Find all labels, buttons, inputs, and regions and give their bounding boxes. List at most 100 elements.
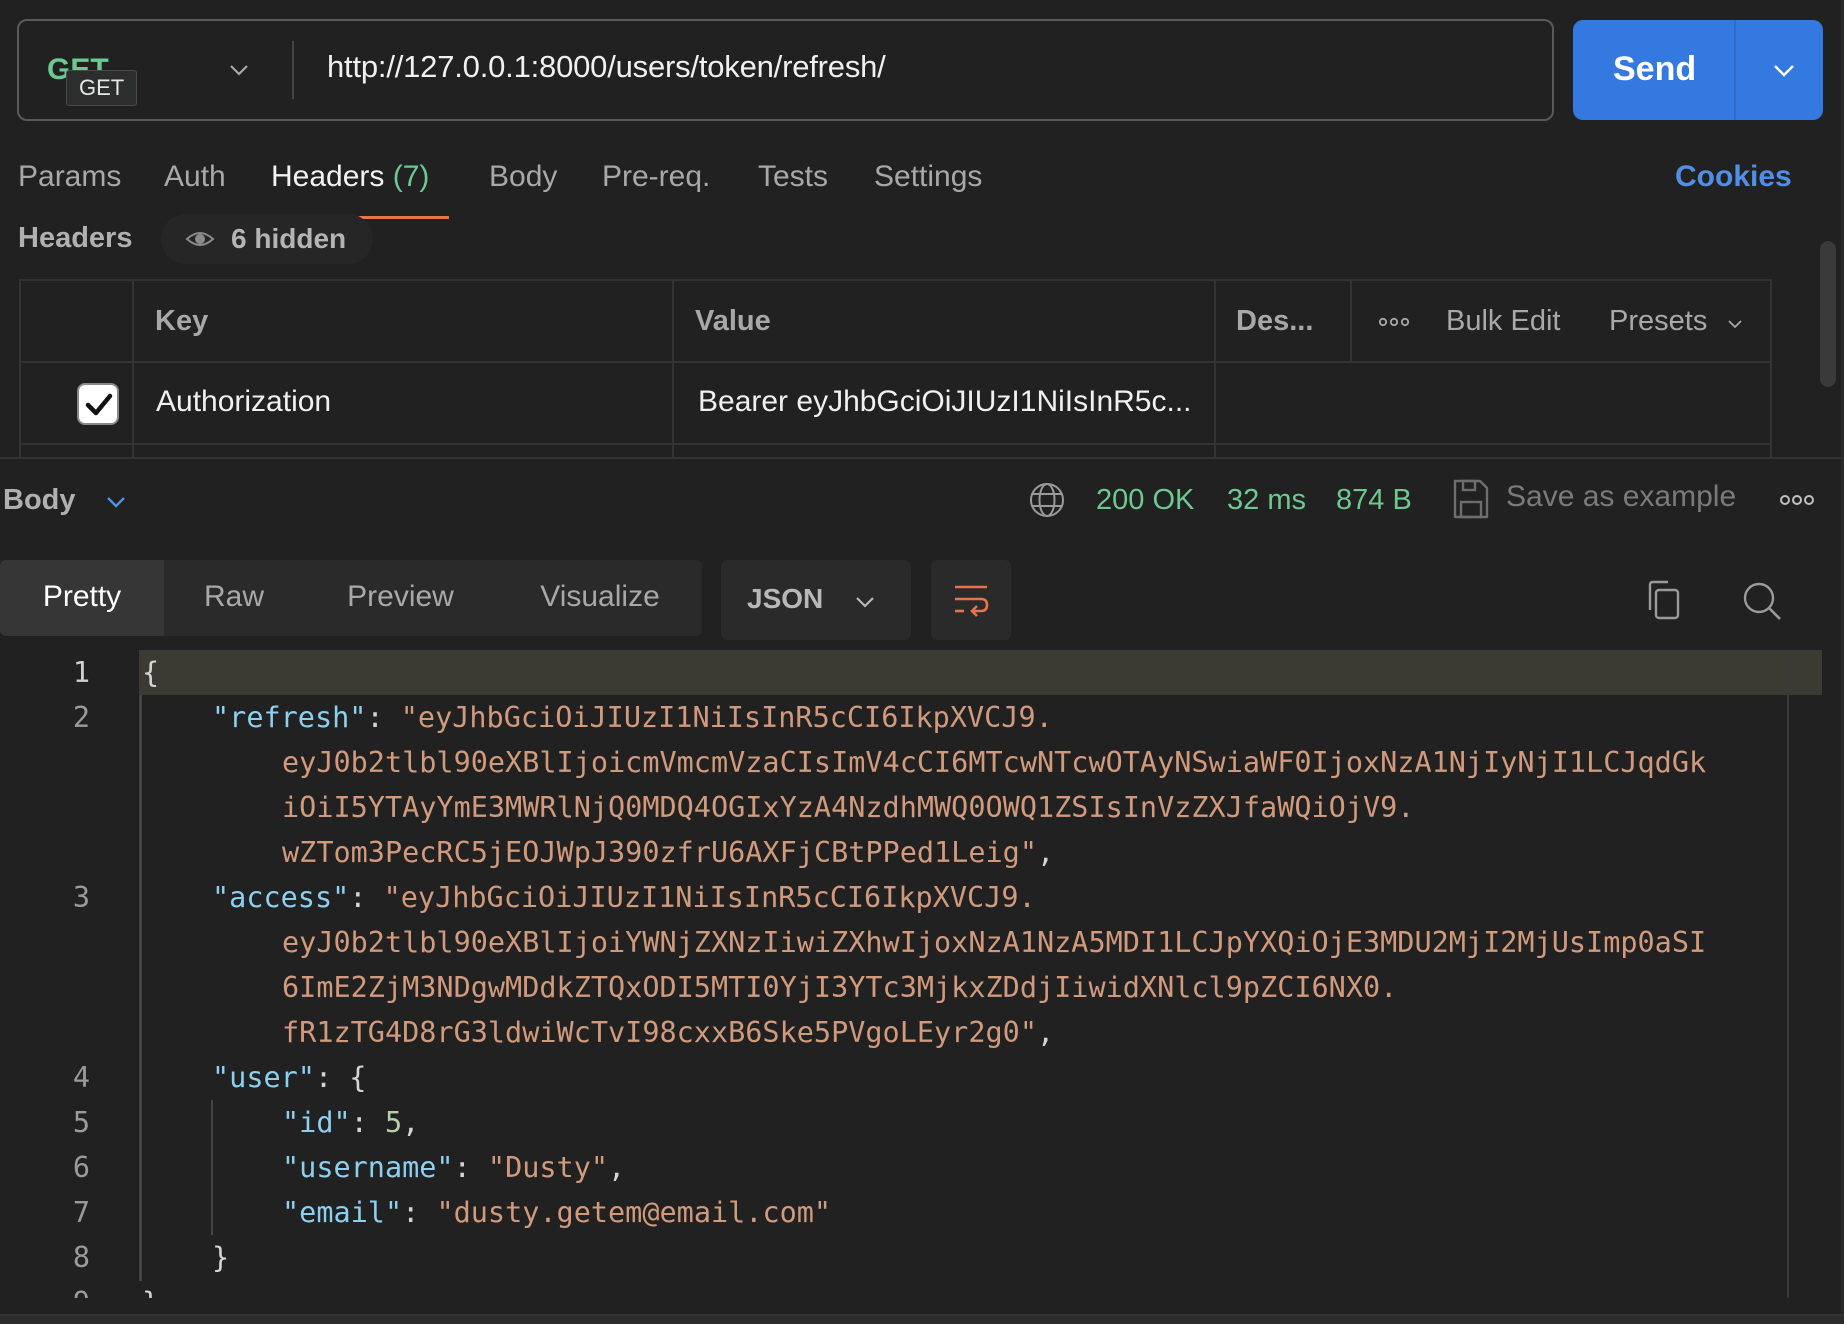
row-divider	[21, 443, 1770, 445]
wrap-lines-icon	[955, 585, 989, 617]
json-line-id: "id": 5,	[282, 1106, 420, 1139]
url-divider	[292, 41, 294, 99]
json-key: "user"	[212, 1061, 315, 1094]
header-value-cell[interactable]: Bearer eyJhbGciOiJIUzI1NiIsInR5c...	[698, 385, 1192, 419]
status-bar	[0, 1314, 1844, 1324]
send-divider	[1734, 20, 1736, 120]
json-line-email: "email": "dusty.getem@email.com"	[282, 1196, 832, 1229]
json-string-value: "eyJhbGciOiJIUzI1NiIsInR5cCI6IkpXVCJ9.	[383, 881, 1036, 914]
line-number: 7	[72, 1196, 90, 1229]
eye-icon	[185, 232, 215, 246]
column-header-description: Des...	[1236, 305, 1314, 337]
line-number: 8	[72, 1241, 90, 1274]
header-enabled-checkbox[interactable]	[77, 383, 119, 425]
line-number: 3	[72, 881, 90, 914]
word-wrap-toggle[interactable]	[931, 560, 1011, 640]
line-number: 6	[72, 1151, 90, 1184]
json-string-continuation: eyJ0b2tlbl90eXBlIjoicmVmcmVzaCIsImV4cCI6…	[282, 746, 1707, 779]
globe-icon[interactable]	[1028, 481, 1066, 519]
editor-ruler	[1787, 650, 1789, 1298]
tab-headers[interactable]: Headers (7)	[271, 160, 429, 194]
checkmark-icon	[85, 393, 113, 416]
current-line-highlight	[139, 650, 1822, 695]
tab-body[interactable]: Body	[489, 160, 557, 194]
view-mode-selector: Pretty Raw Preview Visualize	[0, 560, 702, 636]
hidden-headers-toggle[interactable]: 6 hidden	[161, 214, 373, 264]
headers-section-title: Headers	[18, 222, 133, 254]
column-divider	[672, 281, 674, 458]
json-line-username: "username": "Dusty",	[282, 1151, 626, 1184]
response-size[interactable]: 874 B	[1336, 484, 1412, 517]
tab-tests[interactable]: Tests	[758, 160, 828, 194]
json-open-brace: {	[142, 656, 160, 689]
view-preview[interactable]: Preview	[318, 560, 483, 636]
json-key: "access"	[212, 881, 350, 914]
json-key: "email"	[282, 1196, 403, 1229]
json-key: "id"	[282, 1106, 351, 1139]
json-string-continuation: wZTom3PecRC5jEOJWpJ390zfrU6AXFjCBtPPed1L…	[282, 836, 1055, 869]
chevron-down-icon	[856, 597, 874, 608]
view-visualize[interactable]: Visualize	[515, 560, 685, 636]
header-key-cell[interactable]: Authorization	[156, 385, 331, 419]
json-key: "refresh"	[212, 701, 367, 734]
more-options-icon[interactable]	[1779, 494, 1815, 506]
json-number-value: 5	[384, 1106, 403, 1139]
tab-pre-request[interactable]: Pre-req.	[602, 160, 710, 194]
save-as-example-button[interactable]: Save as example	[1506, 480, 1736, 514]
json-line-refresh: "refresh": "eyJhbGciOiJIUzI1NiIsInR5cCI6…	[212, 701, 1053, 734]
json-string-continuation: fR1zTG4D8rG3ldwiWcTvI98cxxB6Ske5PVgoLEyr…	[282, 1016, 1055, 1049]
view-raw[interactable]: Raw	[164, 560, 304, 636]
line-number: 4	[72, 1061, 90, 1094]
status-code[interactable]: 200 OK	[1096, 484, 1194, 517]
response-body-label[interactable]: Body	[3, 484, 76, 517]
chevron-down-icon[interactable]	[104, 490, 128, 514]
more-options-icon[interactable]	[1378, 317, 1410, 327]
save-icon[interactable]	[1452, 478, 1490, 520]
column-header-value: Value	[695, 305, 771, 337]
line-number: 5	[72, 1106, 90, 1139]
bulk-edit-button[interactable]: Bulk Edit	[1446, 305, 1560, 338]
response-body-editor[interactable]: 1 2 3 4 5 6 7 8 9 { "refresh": "eyJhbGci…	[0, 650, 1824, 1298]
presets-dropdown[interactable]: Presets	[1609, 305, 1707, 338]
json-string-value: "eyJhbGciOiJIUzI1NiIsInR5cCI6IkpXVCJ9.	[400, 701, 1053, 734]
response-time[interactable]: 32 ms	[1227, 484, 1306, 517]
search-icon[interactable]	[1741, 580, 1783, 622]
format-dropdown[interactable]: JSON	[721, 560, 911, 640]
json-brace: {	[349, 1061, 367, 1094]
headers-table: Key Value Des... Bulk Edit Presets Autho…	[19, 279, 1772, 458]
tab-auth[interactable]: Auth	[164, 160, 226, 194]
format-label: JSON	[747, 583, 824, 614]
json-close-brace: }	[212, 1241, 230, 1274]
json-key: "username"	[282, 1151, 454, 1184]
tab-settings[interactable]: Settings	[874, 160, 982, 194]
hidden-headers-count: 6 hidden	[231, 223, 347, 254]
chevron-down-icon	[1728, 320, 1742, 329]
json-string-value: fR1zTG4D8rG3ldwiWcTvI98cxxB6Ske5PVgoLEyr…	[282, 1016, 1037, 1049]
view-pretty[interactable]: Pretty	[0, 560, 164, 636]
tab-headers-count: (7)	[392, 160, 430, 193]
send-label: Send	[1613, 50, 1697, 88]
indent-guide	[139, 695, 142, 1281]
column-divider	[132, 281, 134, 458]
json-string-continuation: iOiI5YTAyYmE3MWRlNjQ0MDQ4OGIxYzA4NzdhMWQ…	[282, 791, 1415, 824]
copy-icon[interactable]	[1644, 580, 1684, 620]
send-button[interactable]: Send	[1573, 20, 1823, 120]
pane-resize-handle[interactable]	[0, 457, 1844, 459]
json-close-brace: }	[142, 1286, 159, 1298]
json-line-user: "user": {	[212, 1061, 367, 1094]
tab-headers-label: Headers	[271, 160, 385, 193]
chevron-down-icon[interactable]	[224, 55, 254, 85]
json-string-continuation: 6ImE2ZjM3NDgwMDdkZTQxODI5MTI0YjI3YTc3Mjk…	[282, 971, 1398, 1004]
json-string-value: "Dusty"	[487, 1151, 609, 1184]
tab-params[interactable]: Params	[18, 160, 121, 194]
indent-guide	[211, 1100, 213, 1235]
column-divider	[1350, 281, 1352, 361]
request-pane-scrollbar[interactable]	[1820, 241, 1836, 387]
line-number: 2	[72, 701, 90, 734]
json-string-continuation: eyJ0b2tlbl90eXBlIjoiYWNjZXNzIiwiZXhwIjox…	[282, 926, 1707, 959]
request-url-bar: GET GET http://127.0.0.1:8000/users/toke…	[17, 19, 1554, 121]
cookies-link[interactable]: Cookies	[1675, 160, 1792, 194]
url-input[interactable]: http://127.0.0.1:8000/users/token/refres…	[327, 49, 886, 85]
json-string-value: wZTom3PecRC5jEOJWpJ390zfrU6AXFjCBtPPed1L…	[282, 836, 1037, 869]
send-options-chevron-icon[interactable]	[1769, 55, 1799, 85]
